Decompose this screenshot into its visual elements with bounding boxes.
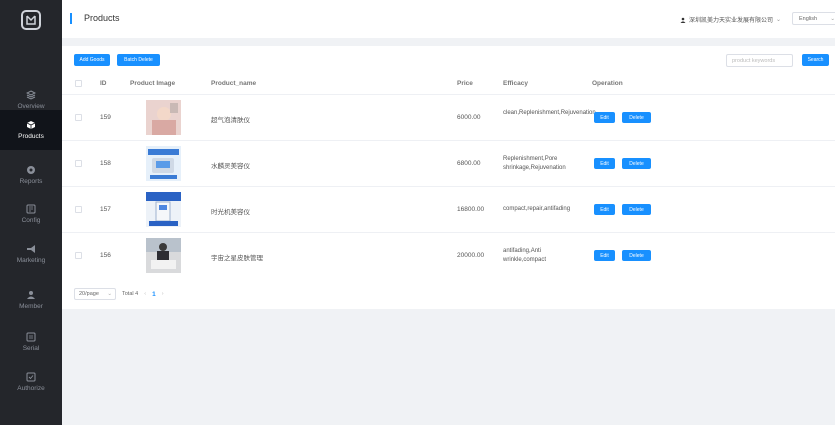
chevron-down-icon: ⌄ bbox=[776, 17, 782, 23]
app-logo[interactable] bbox=[0, 0, 62, 40]
add-goods-button[interactable]: Add Goods bbox=[74, 54, 110, 66]
cell-product-name: 宇宙之星皮肤管理 bbox=[211, 255, 263, 262]
sidebar-item-reports[interactable]: Reports bbox=[0, 155, 62, 195]
edit-button[interactable]: Edit bbox=[594, 158, 615, 169]
row-checkbox[interactable] bbox=[75, 252, 82, 259]
sidebar-item-label: Products bbox=[18, 133, 44, 140]
products-card: Add Goods Batch Delete product keywords … bbox=[62, 46, 835, 309]
cell-id: 157 bbox=[100, 206, 111, 213]
title-accent-bar bbox=[70, 13, 72, 24]
megaphone-icon bbox=[27, 245, 35, 253]
logo-glyph bbox=[26, 15, 36, 25]
language-select[interactable]: English ⌄ bbox=[792, 12, 835, 25]
row-checkbox[interactable] bbox=[75, 206, 82, 213]
logo-mark bbox=[21, 10, 41, 30]
sidebar-item-config[interactable]: Config bbox=[0, 194, 62, 234]
chevron-down-icon: ⌄ bbox=[107, 291, 112, 297]
select-all-checkbox[interactable] bbox=[75, 80, 82, 87]
column-header-efficacy: Efficacy bbox=[503, 80, 528, 87]
sidebar-item-authorize[interactable]: Authorize bbox=[0, 362, 62, 402]
cell-efficacy: clean,Replenishment,Rejuvenation bbox=[503, 110, 596, 116]
cell-id: 158 bbox=[100, 160, 111, 167]
cell-product-name: 超气泡清肤仪 bbox=[211, 117, 250, 124]
sidebar-item-products[interactable]: Products bbox=[0, 110, 62, 150]
product-image[interactable] bbox=[146, 192, 181, 227]
sidebar-item-label: Reports bbox=[19, 178, 43, 185]
cell-price: 6000.00 bbox=[457, 114, 481, 121]
delete-button[interactable]: Delete bbox=[622, 158, 651, 169]
total-count: Total 4 bbox=[122, 291, 139, 297]
next-page-button[interactable]: › bbox=[162, 291, 164, 297]
column-header-price: Price bbox=[457, 80, 473, 87]
cell-efficacy: compact,repair,antifading bbox=[503, 206, 571, 212]
table-row: 158 水麟灵美容仪 6800.00 Replenishment,Pore sh… bbox=[62, 140, 835, 186]
edit-button[interactable]: Edit bbox=[594, 112, 615, 123]
box-icon bbox=[26, 121, 36, 129]
user-menu[interactable]: 深圳凯美力天实业发展有限公司 ⌄ bbox=[680, 15, 781, 24]
page-title: Products bbox=[84, 13, 120, 23]
page-size-select[interactable]: 20/page ⌄ bbox=[74, 288, 116, 300]
sidebar-item-label: Marketing bbox=[16, 257, 46, 264]
row-checkbox[interactable] bbox=[75, 114, 82, 121]
sidebar-item-marketing[interactable]: Marketing bbox=[0, 234, 62, 274]
cell-efficacy: Replenishment,Pore shrinkage,Rejuvenatio… bbox=[503, 156, 566, 171]
prev-page-button[interactable]: ‹ bbox=[144, 291, 146, 297]
authorize-icon bbox=[26, 372, 36, 382]
serial-icon bbox=[26, 332, 36, 342]
product-photo bbox=[146, 146, 181, 181]
search-input[interactable]: product keywords bbox=[726, 54, 793, 67]
sidebar-item-member[interactable]: Member bbox=[0, 280, 62, 320]
page-size-value: 20/page bbox=[79, 291, 99, 297]
cell-id: 156 bbox=[100, 252, 111, 259]
delete-button[interactable]: Delete bbox=[622, 250, 651, 261]
table-row: 156 宇宙之星皮肤管理 20000.00 antifading,Anti wr… bbox=[62, 232, 835, 278]
sidebar-item-label: Config bbox=[21, 217, 41, 224]
cell-product-name: 时光机美容仪 bbox=[211, 209, 250, 216]
cell-efficacy: antifading,Anti wrinkle,compact bbox=[503, 248, 547, 263]
page-number-current[interactable]: 1 bbox=[152, 291, 156, 298]
row-checkbox[interactable] bbox=[75, 160, 82, 167]
search-button[interactable]: Search bbox=[802, 54, 829, 66]
delete-button[interactable]: Delete bbox=[622, 112, 651, 123]
edit-button[interactable]: Edit bbox=[594, 250, 615, 261]
cell-product-name: 水麟灵美容仪 bbox=[211, 163, 250, 170]
sidebar-item-label: Authorize bbox=[17, 385, 45, 392]
sidebar-item-label: Overview bbox=[17, 103, 45, 110]
column-header-operation: Operation bbox=[592, 80, 623, 87]
member-icon bbox=[27, 291, 35, 299]
chevron-down-icon: ⌄ bbox=[830, 15, 835, 22]
edit-button[interactable]: Edit bbox=[594, 204, 615, 215]
product-image[interactable] bbox=[146, 146, 181, 181]
company-name: 深圳凯美力天实业发展有限公司 bbox=[689, 18, 774, 24]
sidebar-item-label: Member bbox=[19, 303, 43, 310]
table-row: 157 时光机美容仪 16800.00 compact,repair,antif… bbox=[62, 186, 835, 232]
config-icon bbox=[26, 204, 36, 214]
column-header-id: ID bbox=[100, 80, 107, 87]
product-image[interactable] bbox=[146, 238, 181, 273]
batch-delete-button[interactable]: Batch Delete bbox=[117, 54, 160, 66]
language-value: English bbox=[799, 15, 818, 22]
product-image[interactable] bbox=[146, 100, 181, 135]
cell-id: 159 bbox=[100, 114, 111, 121]
layers-icon bbox=[26, 90, 36, 100]
column-header-name: Product_name bbox=[211, 80, 257, 87]
cell-price: 16800.00 bbox=[457, 206, 485, 213]
cell-price: 6800.00 bbox=[457, 160, 481, 167]
product-photo bbox=[146, 238, 181, 273]
top-header: Products 深圳凯美力天实业发展有限公司 ⌄ English ⌄ bbox=[62, 0, 835, 38]
delete-button[interactable]: Delete bbox=[622, 204, 651, 215]
sidebar: Overview Products Reports Config Marketi… bbox=[0, 0, 62, 425]
pie-icon bbox=[27, 166, 35, 174]
sidebar-item-label: Serial bbox=[22, 345, 40, 352]
user-icon bbox=[680, 17, 686, 23]
cell-price: 20000.00 bbox=[457, 252, 485, 259]
pagination: 20/page ⌄ Total 4 ‹ 1 › bbox=[74, 288, 164, 300]
column-header-image: Product Image bbox=[130, 80, 176, 87]
table-row: 159 超气泡清肤仪 6000.00 clean,Replenishment,R… bbox=[62, 94, 835, 140]
product-photo bbox=[146, 100, 181, 135]
product-photo bbox=[146, 192, 181, 227]
sidebar-item-serial[interactable]: Serial bbox=[0, 322, 62, 362]
